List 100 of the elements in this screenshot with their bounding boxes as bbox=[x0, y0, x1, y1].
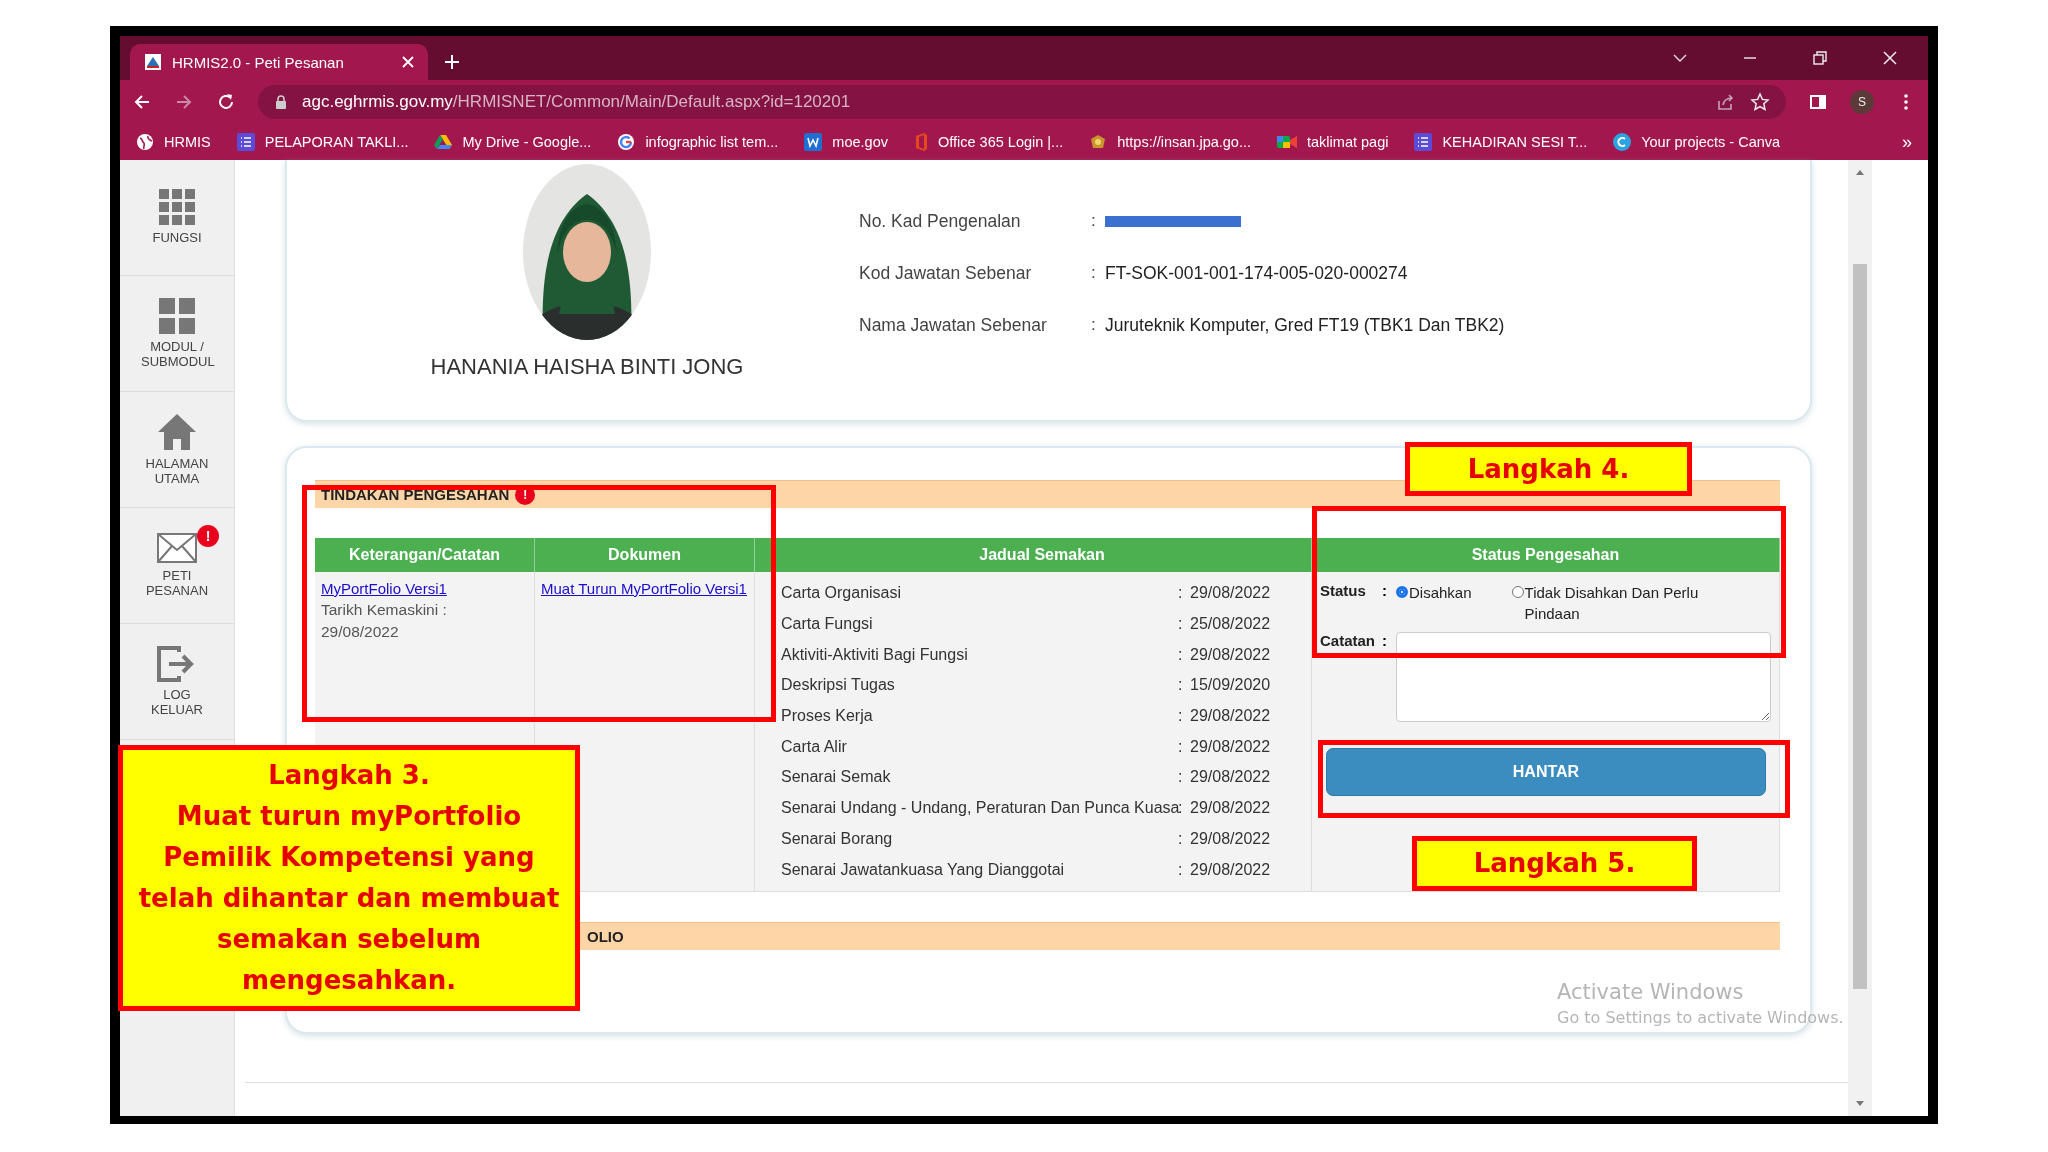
notification-badge: ! bbox=[197, 525, 219, 548]
scrollbar[interactable] bbox=[1848, 160, 1872, 1116]
sidebar-item[interactable]: LOG KELUAR bbox=[120, 624, 234, 740]
scroll-up-icon[interactable] bbox=[1855, 168, 1865, 176]
schedule-item: Senarai Semak bbox=[781, 768, 892, 787]
schedule-item: Senarai Borang bbox=[781, 829, 894, 848]
grid-icon bbox=[159, 189, 195, 226]
bookmark[interactable]: HRMIS bbox=[136, 133, 211, 151]
step-callout: Langkah 3. Muat turun myPortfolio Pemilik Kompetensi yang telah dihantar dan membuat semakan sebelum mengesahkan. bbox=[118, 745, 580, 1011]
bookmark[interactable]: taklimat pagi bbox=[1277, 134, 1389, 150]
list-icon bbox=[236, 133, 255, 151]
tiles-icon bbox=[159, 298, 195, 335]
crest-icon bbox=[1089, 133, 1108, 151]
schedule-date: 25/08/2022 bbox=[1190, 615, 1271, 634]
bookmark[interactable]: PELAPORAN TAKLI... bbox=[236, 133, 409, 151]
profile-avatar[interactable]: S bbox=[1850, 90, 1874, 114]
schedule-date: 29/08/2022 bbox=[1190, 584, 1271, 603]
download-link[interactable]: Muat Turun MyPortFolio Versi1 bbox=[541, 580, 748, 597]
field-value: FT-SOK-001-001-174-005-020-000274 bbox=[1105, 262, 1408, 284]
field-value: Juruteknik Komputer, Gred FT19 (TBK1 Dan TBK2) bbox=[1105, 314, 1505, 336]
globe-icon bbox=[136, 133, 154, 151]
schedule-item: Proses Kerja bbox=[781, 707, 874, 726]
reload-icon[interactable] bbox=[216, 92, 236, 112]
document-icon bbox=[804, 133, 823, 151]
schedule-date: 29/08/2022 bbox=[1190, 799, 1271, 818]
scrollbar-thumb[interactable] bbox=[1853, 264, 1867, 989]
side-panel-icon[interactable] bbox=[1808, 92, 1828, 112]
colon: : bbox=[1178, 860, 1184, 879]
home-icon bbox=[157, 413, 197, 452]
updated-date: 29/08/2022 bbox=[321, 623, 400, 641]
updated-label: Tarikh Kemaskini : bbox=[321, 601, 448, 619]
colon: : bbox=[1091, 315, 1097, 335]
address-bar[interactable]: agc.eghrmis.gov.my/HRMISNET/Common/Main/Default.aspx?id=120201 bbox=[258, 85, 1786, 119]
colon: : bbox=[1091, 263, 1097, 283]
browser-tab[interactable]: HRMIS2.0 - Peti Pesanan bbox=[130, 44, 428, 80]
notes-label: Catatan bbox=[1320, 632, 1376, 649]
radio-button[interactable] bbox=[1396, 586, 1408, 598]
radio-button[interactable] bbox=[1511, 586, 1524, 598]
bookmark[interactable]: KEHADIRAN SESI T... bbox=[1414, 133, 1588, 151]
url-text: agc.eghrmis.gov.my/HRMISNET/Common/Main/Default.aspx?id=120201 bbox=[302, 92, 851, 112]
list-icon bbox=[1414, 133, 1433, 151]
schedule-date: 29/08/2022 bbox=[1190, 737, 1271, 756]
schedule-date: 29/08/2022 bbox=[1190, 645, 1271, 664]
favicon-icon bbox=[144, 53, 162, 71]
bookmark[interactable]: Your projects - Canva bbox=[1613, 133, 1781, 151]
bookmark[interactable]: moe.gov bbox=[804, 133, 888, 151]
section-title: TINDAKAN PENGESAHAN bbox=[321, 486, 510, 503]
activation-title: Activate Windows bbox=[1557, 980, 1745, 1004]
colon: : bbox=[1178, 645, 1184, 664]
drive-icon bbox=[434, 134, 453, 150]
notes-field[interactable] bbox=[1396, 632, 1771, 722]
star-icon[interactable] bbox=[1750, 92, 1770, 112]
colon: : bbox=[1178, 799, 1184, 818]
new-tab-icon[interactable] bbox=[444, 54, 460, 70]
schedule-item: Carta Fungsi bbox=[781, 615, 874, 634]
schedule-date: 29/08/2022 bbox=[1190, 707, 1271, 726]
status-label: Status bbox=[1320, 582, 1367, 599]
field-label: No. Kad Pengenalan bbox=[859, 210, 1022, 232]
schedule-item: Aktiviti-Aktiviti Bagi Fungsi bbox=[781, 645, 969, 664]
submit-button[interactable]: HANTAR bbox=[1326, 748, 1766, 796]
close-icon[interactable] bbox=[1882, 50, 1898, 66]
sidebar-item[interactable]: HALAMAN UTAMA bbox=[120, 392, 234, 508]
portfolio-link[interactable]: MyPortFolio Versi1 bbox=[321, 580, 528, 597]
sidebar-item[interactable]: FUNGSI bbox=[120, 160, 234, 276]
option-label: Tidak Disahkan Dan Perlu Pindaan bbox=[1524, 583, 1700, 624]
colon: : bbox=[1382, 582, 1388, 599]
schedule-item: Carta Organisasi bbox=[781, 584, 903, 603]
more-bookmarks-button[interactable]: » bbox=[1902, 131, 1912, 153]
office-icon bbox=[914, 133, 928, 151]
share-icon[interactable] bbox=[1716, 92, 1736, 112]
colon: : bbox=[1178, 768, 1184, 787]
colon: : bbox=[1178, 615, 1184, 634]
colon: : bbox=[1178, 829, 1184, 848]
schedule-item: Deskripsi Tugas bbox=[781, 676, 896, 695]
schedule-item: Senarai Jawatankuasa Yang Dianggotai bbox=[781, 860, 1066, 879]
sidebar-item[interactable]: MODUL / SUBMODUL bbox=[120, 276, 234, 392]
close-tab-icon[interactable] bbox=[402, 56, 414, 68]
schedule-date: 29/08/2022 bbox=[1190, 829, 1271, 848]
field-label: Kod Jawatan Sebenar bbox=[859, 262, 1033, 284]
bookmark[interactable]: Office 365 Login |... bbox=[914, 133, 1064, 151]
schedule-date: 29/08/2022 bbox=[1190, 768, 1271, 787]
colon: : bbox=[1382, 632, 1388, 649]
restore-icon[interactable] bbox=[1812, 50, 1828, 66]
colon: : bbox=[1091, 211, 1097, 231]
bookmark[interactable]: My Drive - Google... bbox=[434, 134, 592, 150]
envelope-icon bbox=[157, 533, 197, 564]
activation-text: Go to Settings to activate Windows. bbox=[1557, 1008, 1844, 1027]
video-icon bbox=[1277, 134, 1297, 150]
scroll-down-icon[interactable] bbox=[1855, 1100, 1865, 1108]
colon: : bbox=[1178, 676, 1184, 695]
schedule-item: Senarai Undang - Undang, Peraturan Dan Punca Kuasa bbox=[781, 799, 1178, 818]
lock-icon bbox=[274, 94, 288, 110]
sidebar-item[interactable]: ! PETI PESANAN bbox=[120, 508, 234, 624]
bookmark[interactable]: infographic list tem... bbox=[617, 133, 779, 151]
google-icon bbox=[617, 133, 636, 151]
colon: : bbox=[1178, 737, 1184, 756]
schedule-item: Carta Alir bbox=[781, 737, 848, 756]
colon: : bbox=[1178, 584, 1184, 603]
section-title: OLIO bbox=[587, 928, 624, 945]
bookmark[interactable]: https://insan.jpa.go... bbox=[1089, 133, 1251, 151]
